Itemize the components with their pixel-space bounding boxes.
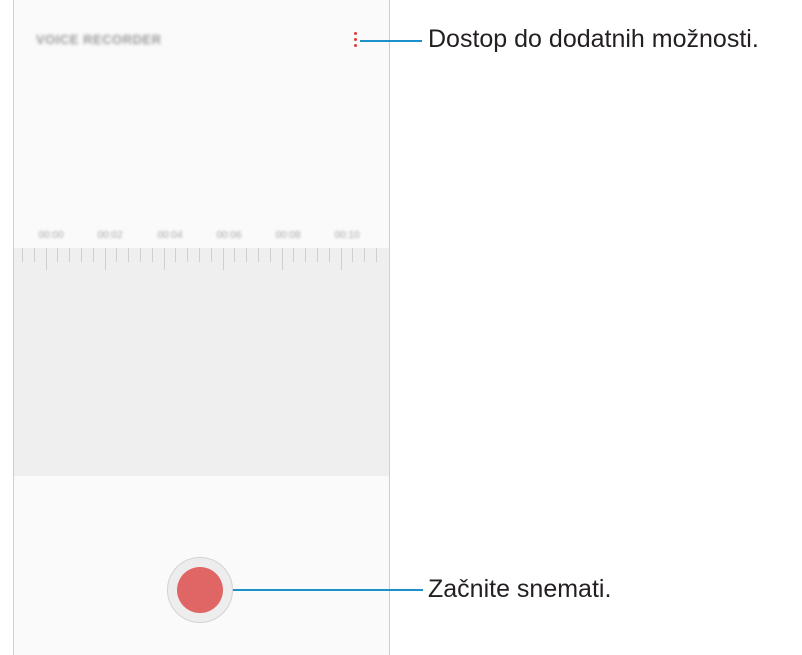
time-label: 00:08 — [275, 230, 301, 241]
time-label: 00:10 — [334, 230, 360, 241]
ruler-tick — [45, 248, 47, 270]
ruler-tick — [293, 248, 295, 262]
ruler-tick — [210, 248, 212, 262]
time-label: 00:02 — [97, 230, 123, 241]
callout-more-options: Dostop do dodatnih možnosti. — [428, 25, 759, 53]
timeline-ruler — [14, 248, 389, 272]
waveform-area — [14, 248, 389, 476]
time-label: 00:04 — [157, 230, 183, 241]
more-dot — [353, 31, 357, 35]
ruler-tick — [104, 248, 106, 270]
ruler-tick — [116, 248, 118, 262]
ruler-tick — [269, 248, 271, 262]
ruler-tick — [22, 248, 23, 262]
record-button-ring — [167, 557, 233, 623]
timeline-labels: 00:00 00:02 00:04 00:06 00:08 00:10 — [14, 230, 389, 244]
ruler-tick — [151, 248, 153, 262]
ruler-tick — [305, 248, 307, 262]
ruler-tick — [57, 248, 59, 262]
time-label: 00:06 — [216, 230, 242, 241]
ruler-tick — [376, 248, 377, 262]
ruler-tick — [69, 248, 71, 262]
ruler-tick — [199, 248, 200, 262]
ruler-tick — [163, 248, 165, 270]
ruler-tick — [258, 248, 259, 262]
voice-recorder-screen: VOICE RECORDER 00:00 00:02 00:04 00:06 0… — [13, 0, 390, 655]
ruler-tick — [352, 248, 354, 262]
more-dot — [353, 43, 357, 47]
record-button[interactable] — [177, 567, 223, 613]
ruler-tick — [340, 248, 342, 270]
ruler-tick — [92, 248, 94, 262]
ruler-tick — [222, 248, 224, 270]
ruler-tick — [281, 248, 283, 270]
ruler-tick — [81, 248, 82, 262]
more-dot — [353, 37, 357, 41]
ruler-tick — [364, 248, 366, 262]
ruler-tick — [246, 248, 248, 262]
callout-start-recording: Začnite snemati. — [428, 575, 612, 603]
ruler-tick — [328, 248, 330, 262]
time-label: 00:00 — [38, 230, 64, 241]
ruler-tick — [317, 248, 318, 262]
callout-line-more-options — [360, 40, 422, 42]
ruler-tick — [33, 248, 35, 262]
ruler-tick — [234, 248, 236, 262]
more-options-icon[interactable] — [348, 26, 362, 52]
ruler-tick — [175, 248, 177, 262]
ruler-tick — [140, 248, 141, 262]
ruler-tick — [187, 248, 189, 262]
ruler-tick — [128, 248, 130, 262]
app-title: VOICE RECORDER — [36, 32, 162, 47]
callout-line-start-recording — [233, 589, 423, 591]
